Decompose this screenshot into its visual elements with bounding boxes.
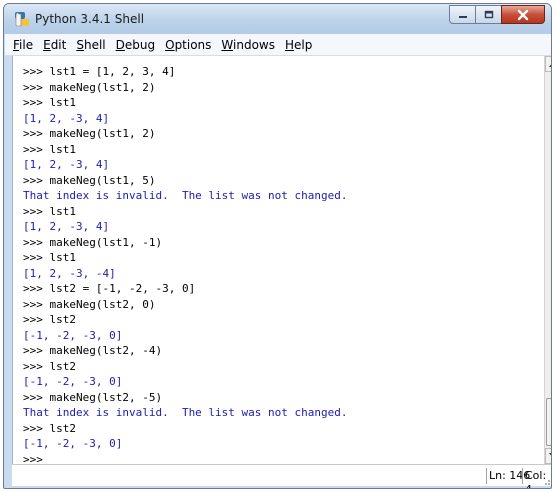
window-title: Python 3.4.1 Shell	[35, 12, 145, 26]
shell-input-line: >>> lst1 = [1, 2, 3, 4]	[23, 65, 176, 78]
menu-windows[interactable]: Windows	[216, 35, 280, 55]
close-icon	[517, 9, 529, 20]
vertical-scrollbar[interactable]	[544, 56, 551, 464]
shell-input-line: >>> makeNeg(lst2, 0)	[23, 297, 156, 311]
scroll-up-icon	[549, 64, 551, 67]
shell-output-line: [1, 2, -3, 4]	[23, 220, 110, 233]
shell-output-line: [1, 2, -3, 4]	[23, 158, 110, 171]
minimize-icon	[458, 15, 467, 18]
shell-input-line: >>> lst1	[23, 96, 76, 109]
maximize-icon	[484, 10, 493, 18]
menu-edit[interactable]: Edit	[38, 35, 71, 55]
shell-output-line: [1, 2, -3, -4]	[23, 266, 116, 280]
shell-input-line: >>> makeNeg(lst1, 2)	[23, 127, 156, 140]
menu-options[interactable]: Options	[160, 35, 216, 55]
shell-input-line: >>> lst1	[23, 251, 76, 264]
scroll-down-button[interactable]	[545, 448, 551, 464]
shell-input-line: >>> makeNeg(lst1, -1)	[23, 235, 163, 249]
shell-input-line: >>> lst1	[23, 204, 76, 218]
scroll-down-icon	[549, 453, 551, 456]
menu-bar: File Edit Shell Debug Options Windows He…	[5, 34, 551, 56]
scrollbar-thumb[interactable]	[546, 398, 551, 446]
maximize-button[interactable]	[475, 5, 502, 24]
shell-output-line: That index is invalid. The list was not …	[23, 406, 348, 419]
shell-input-line: >>> lst2	[23, 313, 76, 326]
shell-input-line: >>> makeNeg(lst1, 2)	[23, 80, 156, 94]
status-bar: Ln: 146 Col: 4	[12, 464, 551, 488]
python-icon	[15, 12, 29, 27]
shell-output-line: That index is invalid. The list was not …	[23, 189, 348, 202]
python-shell-window: Python 3.4.1 Shell File Edit Shell Debug…	[3, 3, 552, 489]
shell-text-area[interactable]: >>> lst1 = [1, 2, 3, 4] >>> makeNeg(lst1,…	[12, 56, 551, 467]
shell-input-line: >>> makeNeg(lst1, 5)	[23, 173, 156, 187]
resize-grip-icon[interactable]	[541, 476, 551, 486]
shell-input-line: >>> lst1	[23, 142, 76, 156]
minimize-button[interactable]	[449, 5, 476, 24]
window-controls	[449, 5, 545, 24]
shell-output-line: [-1, -2, -3, 0]	[23, 328, 123, 342]
menu-shell[interactable]: Shell	[71, 35, 110, 55]
shell-output-line: [-1, -2, -3, 0]	[23, 437, 123, 450]
shell-output-line: [-1, -2, -3, 0]	[23, 375, 123, 388]
menu-help[interactable]: Help	[280, 35, 317, 55]
shell-input-line: >>> lst2	[23, 359, 76, 373]
title-bar[interactable]: Python 3.4.1 Shell	[4, 4, 551, 34]
shell-output[interactable]: >>> lst1 = [1, 2, 3, 4] >>> makeNeg(lst1,…	[23, 64, 523, 467]
menu-debug[interactable]: Debug	[111, 35, 160, 55]
scroll-up-button[interactable]	[545, 56, 551, 72]
shell-input-line: >>> lst2	[23, 421, 76, 435]
close-button[interactable]	[501, 5, 545, 24]
shell-input-line: >>> makeNeg(lst2, -4)	[23, 344, 163, 357]
menu-file[interactable]: File	[8, 35, 38, 55]
shell-input-line: >>> lst2 = [-1, -2, -3, 0]	[23, 282, 196, 295]
shell-input-line: >>> makeNeg(lst2, -5)	[23, 390, 163, 404]
shell-output-line: [1, 2, -3, 4]	[23, 111, 110, 125]
